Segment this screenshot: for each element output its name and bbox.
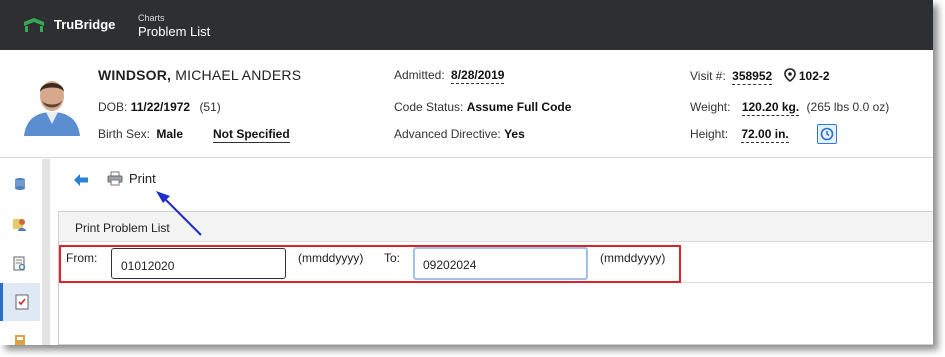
- dob-label: DOB:: [98, 100, 128, 114]
- weight-field: Weight: 120.20 kg. (265 lbs 0.0 oz): [690, 100, 890, 116]
- to-label: To:: [384, 251, 401, 265]
- patient-first-names: MICHAEL ANDERS: [175, 67, 302, 83]
- height-label: Height:: [690, 127, 729, 141]
- document-search-icon: [13, 256, 26, 271]
- patient-banner: WINDSOR, MICHAEL ANDERS DOB: 11/22/1972 …: [0, 50, 933, 158]
- gender-identity-field[interactable]: Not Specified: [213, 127, 290, 143]
- weight-label: Weight:: [690, 100, 731, 114]
- clock-icon: [820, 127, 834, 141]
- brand[interactable]: TruBridge: [24, 17, 115, 32]
- advanced-directive-label: Advanced Directive:: [394, 127, 501, 141]
- back-button[interactable]: [74, 173, 88, 191]
- rail-divider: [42, 159, 50, 345]
- height-field: Height: 72.00 in.: [690, 127, 789, 143]
- admitted-field: Admitted: 8/28/2019: [394, 68, 505, 84]
- location-pin-icon: [783, 68, 796, 82]
- dob-value: 11/22/1972: [130, 100, 191, 114]
- printer-icon: [107, 171, 123, 186]
- left-nav-rail: [0, 159, 40, 345]
- rail-item-database[interactable]: [0, 165, 40, 203]
- dob-field: DOB: 11/22/1972 (51): [98, 100, 221, 114]
- rail-item-document-search[interactable]: [0, 245, 40, 283]
- top-bar: TruBridge Charts Problem List: [0, 0, 933, 50]
- weight-value[interactable]: 120.20 kg.: [741, 100, 800, 116]
- rail-item-checklist[interactable]: [0, 283, 40, 321]
- advanced-directive-value: Yes: [504, 127, 525, 141]
- birth-sex-value: Male: [156, 127, 184, 141]
- age-value: (51): [199, 100, 221, 114]
- visit-label: Visit #:: [690, 69, 726, 83]
- from-date-input[interactable]: 01012020: [111, 248, 286, 279]
- patient-last-name: WINDSOR,: [98, 67, 172, 83]
- code-status-value: Assume Full Code: [466, 100, 572, 114]
- birth-sex-field: Birth Sex: Male: [98, 127, 183, 141]
- rail-item-book[interactable]: [0, 321, 40, 345]
- toolbar: Print: [50, 159, 933, 199]
- visit-value[interactable]: 358952: [732, 69, 773, 85]
- print-button[interactable]: Print: [107, 171, 156, 186]
- to-date-input[interactable]: 09202024: [413, 247, 588, 280]
- admitted-label: Admitted:: [394, 68, 445, 82]
- book-icon: [15, 335, 25, 345]
- to-format-hint: (mmddyyyy): [600, 251, 666, 265]
- birth-sex-label: Birth Sex:: [98, 127, 151, 141]
- advanced-directive-field: Advanced Directive: Yes: [394, 127, 525, 141]
- breadcrumb-section[interactable]: Charts: [138, 13, 210, 24]
- page-title: Problem List: [138, 24, 211, 39]
- patient-avatar: [20, 70, 84, 136]
- trubridge-logo-icon: [24, 17, 44, 32]
- print-label: Print: [129, 171, 156, 186]
- gender-identity-value[interactable]: Not Specified: [213, 127, 290, 143]
- panel-title: Print Problem List: [59, 212, 933, 242]
- breadcrumb: Charts Problem List: [138, 13, 210, 40]
- back-arrow-icon: [74, 174, 88, 186]
- from-format-hint: (mmddyyyy): [298, 251, 364, 265]
- app-window: TruBridge Charts Problem List WINDSOR, M…: [0, 0, 933, 345]
- visit-field: Visit #: 358952 102-2: [690, 68, 830, 85]
- height-value[interactable]: 72.00 in.: [741, 127, 789, 143]
- code-status-field: Code Status: Assume Full Code: [394, 100, 571, 114]
- patient-name: WINDSOR, MICHAEL ANDERS: [98, 67, 301, 83]
- database-icon: [15, 178, 25, 190]
- height-history-button[interactable]: [817, 124, 837, 144]
- admitted-value[interactable]: 8/28/2019: [451, 68, 505, 84]
- brand-name: TruBridge: [54, 17, 116, 32]
- code-status-label: Code Status:: [394, 100, 464, 114]
- checklist-icon: [15, 294, 28, 310]
- weight-lbs-value: (265 lbs 0.0 oz): [806, 100, 890, 114]
- person-map-icon: [13, 219, 26, 231]
- room-value: 102-2: [798, 69, 830, 83]
- from-label: From:: [66, 251, 98, 265]
- rail-item-person-map[interactable]: [0, 205, 40, 243]
